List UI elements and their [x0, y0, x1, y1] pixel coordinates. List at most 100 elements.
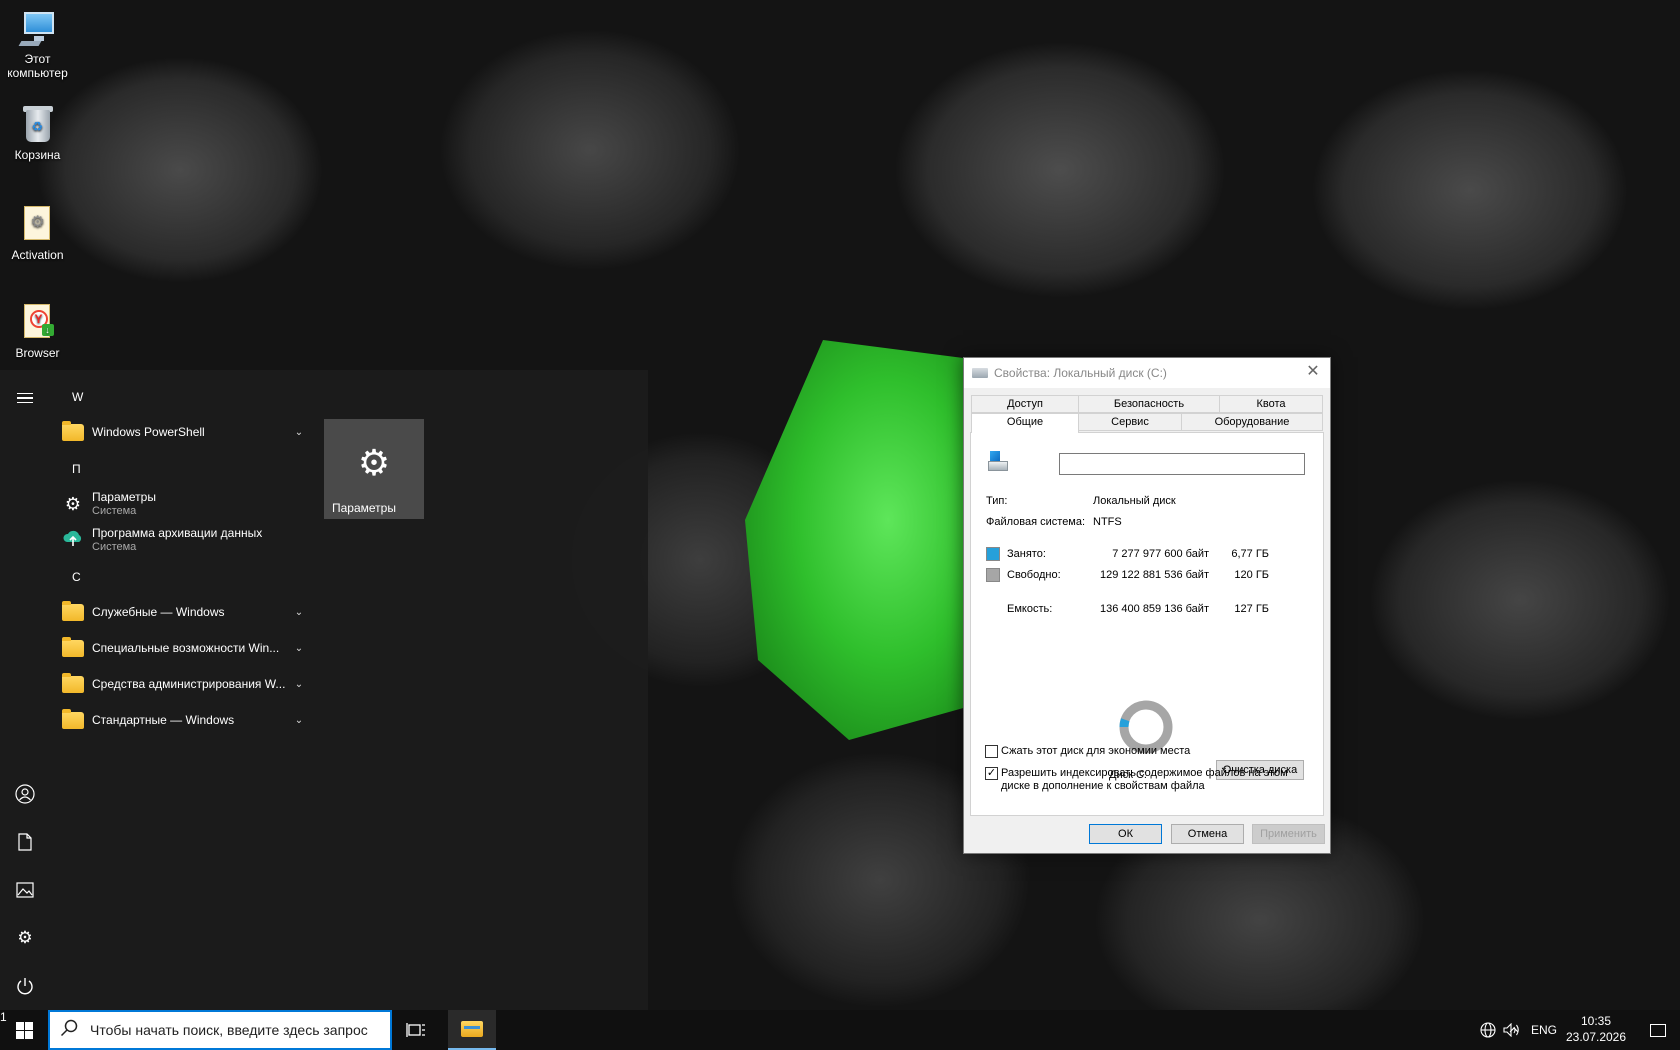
gear-icon[interactable]: ⚙	[9, 922, 41, 954]
tab-security[interactable]: Безопасность	[1078, 395, 1220, 413]
compress-checkbox[interactable]	[985, 745, 998, 758]
donut-used-segment	[1119, 718, 1130, 728]
compress-label: Сжать этот диск для экономии места	[1001, 745, 1191, 757]
clock-time: 10:35	[1580, 1014, 1612, 1028]
desktop-icon-label: Этот	[24, 52, 51, 66]
type-label: Тип:	[986, 495, 1008, 507]
search-placeholder: Чтобы начать поиск, введите здесь запрос	[90, 1022, 368, 1038]
used-size: 6,77 ГБ	[1231, 548, 1269, 560]
computer-icon	[18, 8, 58, 48]
start-button[interactable]	[0, 1010, 48, 1050]
notification-center-icon[interactable]	[1640, 1010, 1676, 1050]
folder-icon	[62, 420, 84, 441]
app-label: Программа архивации данных	[92, 526, 263, 540]
chevron-down-icon: ⌄	[294, 714, 304, 726]
recycle-bin-icon: ♻	[18, 104, 58, 144]
folder-icon	[62, 672, 84, 693]
pictures-icon[interactable]	[9, 874, 41, 906]
search-icon	[60, 1019, 84, 1042]
index-checkbox[interactable]: ✓	[985, 767, 998, 780]
app-label: Windows PowerShell	[92, 425, 205, 439]
used-space-swatch	[986, 547, 1000, 561]
dialog-title: Свойства: Локальный диск (C:)	[994, 366, 1167, 380]
app-admin-tools[interactable]: Средства администрирования W... ⌄	[62, 672, 306, 694]
hamburger-icon[interactable]	[9, 382, 41, 414]
cancel-button[interactable]: Отмена	[1171, 824, 1244, 844]
windows-logo-icon	[15, 1021, 33, 1039]
clock-date: 23.07.2026	[1565, 1030, 1627, 1044]
start-rail: ⚙	[0, 370, 50, 1010]
app-sluzhebnye-windows[interactable]: Служебные — Windows ⌄	[62, 600, 306, 622]
volume-icon[interactable]	[1500, 1010, 1524, 1050]
app-label: Специальные возможности Win...	[92, 641, 280, 655]
folder-icon	[62, 636, 84, 657]
ok-button[interactable]: ОК	[1089, 824, 1162, 844]
tab-general[interactable]: Общие	[971, 413, 1079, 433]
language-indicator[interactable]: ENG	[1528, 1010, 1560, 1050]
desktop-icon-recycle-bin[interactable]: ♻ Корзина	[0, 104, 75, 162]
properties-dialog: Свойства: Локальный диск (C:) ✕ Доступ Б…	[963, 357, 1331, 854]
activation-folder-icon: ⚙	[18, 204, 58, 244]
network-icon[interactable]	[1476, 1010, 1500, 1050]
desktop-icon-label: Browser	[15, 346, 60, 360]
section-letter[interactable]: W	[72, 390, 83, 404]
search-box[interactable]: Чтобы начать поиск, введите здесь запрос	[48, 1010, 392, 1050]
desktop-icon-browser[interactable]: Y ↓ Browser	[0, 302, 75, 360]
app-windows-powershell[interactable]: Windows PowerShell ⌄	[62, 420, 306, 442]
gear-icon: ⚙	[64, 493, 82, 514]
volume-name-input[interactable]	[1059, 453, 1305, 475]
dialog-titlebar[interactable]: Свойства: Локальный диск (C:) ✕	[964, 358, 1330, 388]
chevron-down-icon: ⌄	[294, 642, 304, 654]
desktop-icon-this-pc[interactable]: Этот компьютер	[0, 8, 75, 80]
close-icon[interactable]: ✕	[1304, 363, 1322, 381]
free-label: Свободно:	[1007, 569, 1061, 581]
chevron-down-icon: ⌄	[294, 606, 304, 618]
power-icon[interactable]	[9, 970, 41, 1002]
filesystem-value: NTFS	[1093, 516, 1122, 528]
cloud-upload-icon	[62, 529, 84, 552]
free-size: 120 ГБ	[1234, 569, 1269, 581]
app-label: Параметры	[92, 490, 156, 504]
desktop-icon-activation[interactable]: ⚙ Activation	[0, 204, 75, 262]
gear-icon: ⚙	[357, 442, 391, 483]
free-space-swatch	[986, 568, 1000, 582]
desktop-icon-label: компьютер	[7, 66, 68, 80]
donut-free-segment	[1119, 700, 1173, 754]
app-backup[interactable]: Программа архивации данных Система	[62, 524, 306, 556]
app-sublabel: Система	[92, 505, 137, 517]
section-letter[interactable]: С	[72, 570, 81, 584]
free-bytes: 129 122 881 536 байт	[1100, 569, 1209, 581]
used-label: Занято:	[1007, 548, 1046, 560]
section-letter[interactable]: П	[72, 462, 81, 476]
app-label: Служебные — Windows	[92, 605, 225, 619]
file-explorer-icon[interactable]	[448, 1010, 496, 1050]
tab-dostup[interactable]: Доступ	[971, 395, 1079, 413]
index-label-line1: Разрешить индексировать содержимое файло…	[1001, 767, 1288, 779]
app-label: Стандартные — Windows	[92, 713, 235, 727]
tab-hardware[interactable]: Оборудование	[1181, 413, 1323, 431]
tab-service[interactable]: Сервис	[1078, 413, 1182, 431]
taskbar: Чтобы начать поиск, введите здесь запрос	[0, 1010, 1680, 1050]
app-parametry[interactable]: ⚙ Параметры Система	[62, 488, 306, 520]
app-sublabel: Система	[92, 541, 137, 553]
desktop-icon-label: Корзина	[14, 148, 61, 162]
chevron-down-icon: ⌄	[294, 678, 304, 690]
drive-icon	[972, 368, 988, 378]
desktop-icon-label: Activation	[11, 248, 64, 262]
tile-label: Параметры	[332, 501, 396, 515]
separator	[986, 538, 1304, 539]
apply-button[interactable]: Применить	[1252, 824, 1325, 844]
document-icon[interactable]	[9, 826, 41, 858]
app-standard-windows[interactable]: Стандартные — Windows ⌄	[62, 708, 306, 730]
user-icon[interactable]	[9, 778, 41, 810]
capacity-bytes: 136 400 859 136 байт	[1100, 603, 1209, 615]
capacity-label: Емкость:	[1007, 603, 1053, 615]
hard-drive-icon	[986, 451, 1010, 475]
task-view-icon[interactable]	[400, 1010, 432, 1050]
tile-parametry[interactable]: ⚙ Параметры	[324, 419, 424, 519]
clock[interactable]: 10:35 23.07.2026	[1558, 1013, 1634, 1045]
tab-quota[interactable]: Квота	[1219, 395, 1323, 413]
chevron-down-icon: ⌄	[294, 426, 304, 438]
app-accessibility[interactable]: Специальные возможности Win... ⌄	[62, 636, 306, 658]
folder-icon	[62, 708, 84, 729]
